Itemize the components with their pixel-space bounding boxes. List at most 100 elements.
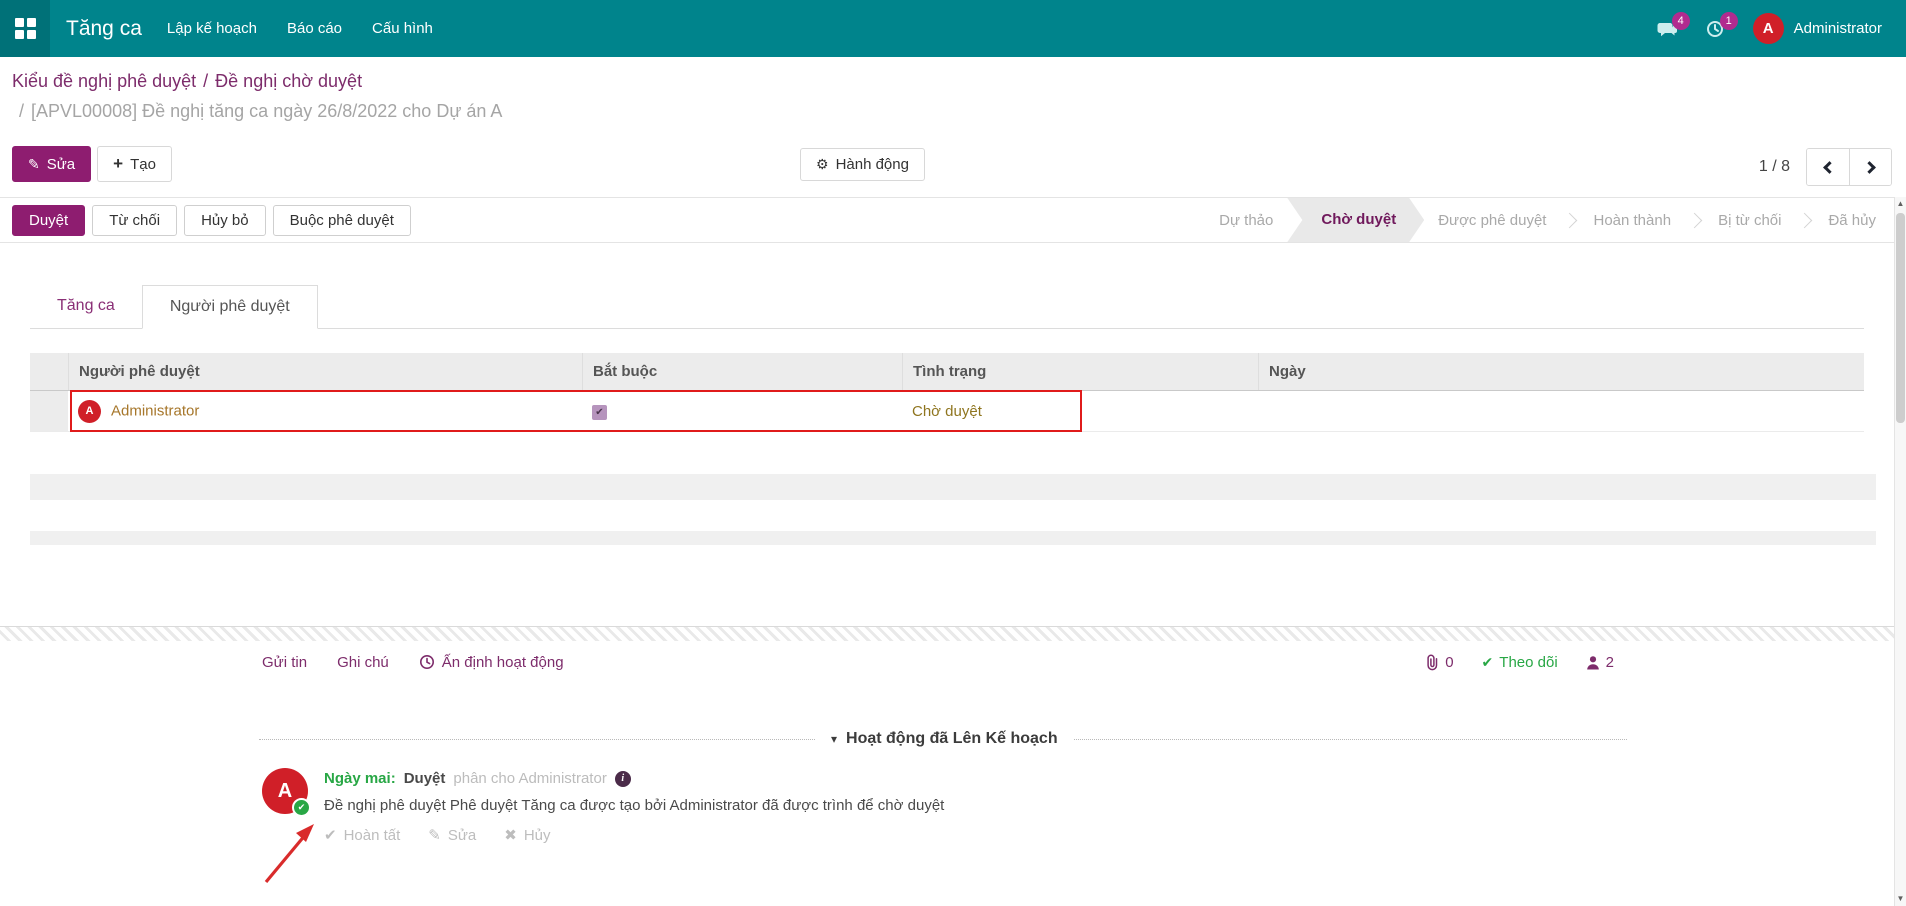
activity-done-button[interactable]: ✔ Hoàn tất: [324, 826, 400, 844]
approvers-table: Người phê duyệt Bắt buộc Tình trạng Ngày…: [30, 353, 1864, 432]
stage-approved[interactable]: Được phê duyệt: [1438, 212, 1546, 229]
apps-grid-icon[interactable]: [0, 0, 50, 57]
action-button-label: Hành động: [836, 156, 909, 173]
breadcrumb-link-pending-requests[interactable]: Đề nghị chờ duyệt: [215, 71, 362, 91]
activity-type: Duyệt: [404, 770, 446, 787]
messages-badge: 4: [1672, 12, 1690, 30]
scroll-down-icon[interactable]: ▼: [1895, 892, 1906, 906]
notebook-tabs: Tăng ca Người phê duyệt: [30, 285, 1864, 329]
tab-approvers[interactable]: Người phê duyệt: [142, 285, 318, 329]
sheet-bottom-hatch: [0, 627, 1894, 641]
row-avatar: A: [78, 400, 101, 423]
messages-button[interactable]: 4: [1657, 19, 1679, 39]
attachments-count: 0: [1445, 654, 1453, 671]
checkbox-checked-icon[interactable]: ✔: [592, 405, 607, 420]
stage-cancelled[interactable]: Đã hủy: [1828, 212, 1876, 229]
menu-config[interactable]: Cấu hình: [357, 0, 448, 57]
create-button-label: Tạo: [130, 156, 156, 173]
col-required[interactable]: Bắt buộc: [582, 353, 902, 390]
pager-next-button[interactable]: [1849, 149, 1891, 185]
apps-grid-icon-glyph: [15, 18, 36, 39]
breadcrumb-link-approval-types[interactable]: Kiểu đề nghị phê duyệt: [12, 71, 196, 91]
cancel-button[interactable]: Hủy bỏ: [184, 205, 266, 236]
activity-edit-label: Sửa: [448, 827, 476, 844]
activities-badge: 1: [1720, 12, 1738, 30]
activity-cancel-label: Hủy: [524, 827, 551, 844]
col-approver[interactable]: Người phê duyệt: [68, 353, 582, 390]
topbar-right: 4 1 A Administrator: [1657, 13, 1882, 44]
activity-done-label: Hoàn tất: [344, 827, 401, 844]
empty-row-stripe: [30, 474, 1876, 500]
menu-planning[interactable]: Lập kế hoạch: [152, 0, 272, 57]
log-note-button[interactable]: Ghi chú: [337, 654, 389, 671]
form-sheet: Tăng ca Người phê duyệt Người phê duyệt …: [0, 243, 1894, 627]
force-approve-button[interactable]: Buộc phê duyệt: [273, 205, 411, 236]
stage-draft[interactable]: Dự thảo: [1219, 212, 1273, 229]
stage-separator-icon: [1562, 212, 1578, 228]
stage-separator-icon: [1797, 212, 1813, 228]
clock-icon: [419, 654, 435, 670]
check-icon: ✔: [324, 826, 337, 844]
menu-reports[interactable]: Báo cáo: [272, 0, 357, 57]
edit-button-label: Sửa: [47, 156, 75, 173]
pencil-icon: ✎: [428, 826, 441, 844]
scroll-up-icon[interactable]: ▲: [1895, 197, 1906, 211]
col-date[interactable]: Ngày: [1258, 353, 1864, 390]
plus-icon: +: [113, 154, 123, 174]
follow-button[interactable]: ✔ Theo dõi: [1482, 654, 1558, 671]
stage-done[interactable]: Hoàn thành: [1593, 212, 1671, 229]
scrollbar-thumb[interactable]: [1896, 213, 1905, 423]
approver-cell[interactable]: A Administrator: [68, 400, 582, 423]
x-icon: ✖: [504, 826, 517, 844]
toolbar: ✎ Sửa + Tạo ⚙ Hành động 1 / 8: [0, 140, 1906, 192]
activity-edit-button[interactable]: ✎ Sửa: [428, 826, 476, 844]
stage-pending-active[interactable]: Chờ duyệt: [1287, 198, 1424, 242]
person-icon: [1586, 655, 1600, 670]
planned-activities-toggle[interactable]: ▾ Hoạt động đã Lên Kế hoạch: [815, 730, 1074, 748]
planned-activities-divider: ▾ Hoạt động đã Lên Kế hoạch: [259, 728, 1627, 750]
action-button[interactable]: ⚙ Hành động: [800, 148, 925, 181]
create-button[interactable]: + Tạo: [97, 146, 172, 182]
info-icon[interactable]: i: [615, 771, 631, 787]
stage-refused[interactable]: Bị từ chối: [1718, 212, 1781, 229]
pencil-icon: ✎: [28, 156, 40, 173]
gear-icon: ⚙: [816, 156, 829, 173]
topbar: Tăng ca Lập kế hoạch Báo cáo Cấu hình 4 …: [0, 0, 1906, 57]
vertical-scrollbar[interactable]: ▲ ▼: [1894, 197, 1906, 906]
table-row[interactable]: A Administrator ✔ Chờ duyệt: [30, 391, 1864, 432]
activities-button[interactable]: 1: [1705, 19, 1727, 39]
follow-label: Theo dõi: [1499, 654, 1557, 671]
approve-button[interactable]: Duyệt: [12, 205, 85, 236]
edit-button[interactable]: ✎ Sửa: [12, 146, 91, 182]
approver-name: Administrator: [111, 402, 199, 419]
status-cell: Chờ duyệt: [902, 403, 1258, 420]
check-icon: ✔: [1482, 654, 1494, 671]
pager: 1 / 8: [1759, 148, 1892, 186]
app-title: Tăng ca: [66, 17, 142, 41]
send-message-button[interactable]: Gửi tin: [262, 654, 307, 671]
paperclip-icon: [1425, 654, 1439, 671]
breadcrumb-separator: /: [203, 71, 208, 91]
refuse-button[interactable]: Từ chối: [92, 205, 177, 236]
top-menu: Lập kế hoạch Báo cáo Cấu hình: [152, 0, 448, 57]
row-selector-cell[interactable]: [30, 391, 68, 431]
required-cell[interactable]: ✔: [582, 402, 902, 420]
activity-cancel-button[interactable]: ✖ Hủy: [504, 826, 550, 844]
chatter-toolbar: Gửi tin Ghi chú Ấn định hoạt động 0 ✔ Th…: [0, 645, 1894, 679]
col-status[interactable]: Tình trạng: [902, 353, 1258, 390]
pager-previous-button[interactable]: [1807, 149, 1849, 185]
attachments-button[interactable]: 0: [1425, 654, 1453, 671]
followers-button[interactable]: 2: [1586, 654, 1614, 671]
stage-pipeline: Dự thảo Chờ duyệt Được phê duyệt Hoàn th…: [1219, 198, 1876, 242]
activity-avatar: A ✔: [262, 768, 308, 814]
tab-overtime[interactable]: Tăng ca: [30, 285, 142, 328]
caret-down-icon: ▾: [831, 732, 837, 746]
activity-summary: Đề nghị phê duyệt Phê duyệt Tăng ca được…: [324, 797, 944, 814]
activity-item: A ✔ Ngày mai: Duyệt phân cho Administrat…: [262, 768, 944, 844]
user-menu[interactable]: A Administrator: [1753, 13, 1882, 44]
breadcrumb: Kiểu đề nghị phê duyệt / Đề nghị chờ duyệt…: [0, 57, 1906, 122]
planned-activities-title: Hoạt động đã Lên Kế hoạch: [846, 730, 1058, 748]
activity-assignee: phân cho Administrator: [453, 770, 606, 787]
activity-done-badge: ✔: [292, 798, 311, 817]
schedule-activity-button[interactable]: Ấn định hoạt động: [419, 654, 564, 671]
